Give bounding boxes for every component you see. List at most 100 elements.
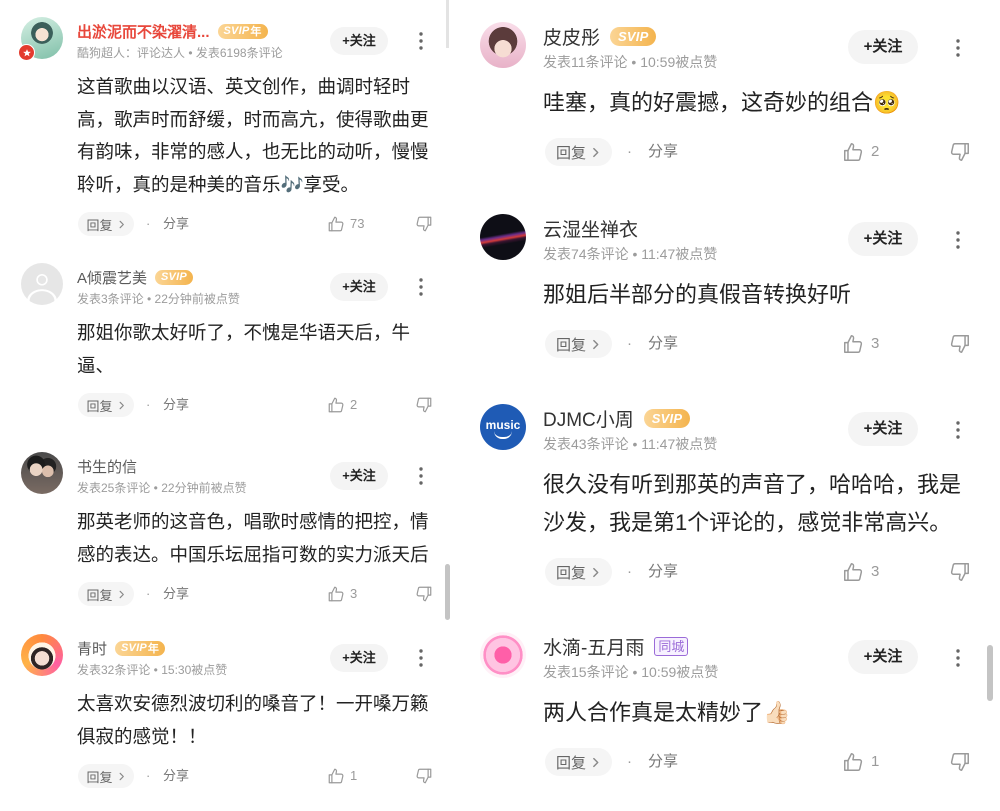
user-name[interactable]: 书生的信 (77, 456, 137, 477)
reply-button[interactable]: 回复 (545, 748, 612, 776)
thumbs-down-icon[interactable] (415, 585, 433, 603)
more-options-icon[interactable] (953, 418, 963, 442)
thumbs-up-icon[interactable] (327, 396, 345, 414)
reply-button[interactable]: 回复 (78, 212, 134, 236)
user-name[interactable]: 水滴-五月雨 (543, 633, 644, 660)
scrollbar-thumb[interactable] (445, 564, 450, 620)
thumbs-up-icon[interactable] (327, 215, 345, 233)
reply-button[interactable]: 回复 (78, 393, 134, 417)
more-options-icon[interactable] (953, 646, 963, 670)
user-avatar[interactable] (480, 632, 526, 678)
comment-actions: 回复 · 分享 3 (78, 582, 438, 606)
follow-button[interactable]: +关注 (848, 412, 918, 446)
thumbs-up-icon[interactable] (842, 141, 864, 163)
follow-button[interactable]: +关注 (848, 30, 918, 64)
separator-dot: · (627, 753, 632, 770)
svip-badge-label: SVIP (161, 271, 187, 283)
more-options-icon[interactable] (953, 36, 963, 60)
thumbs-up-icon[interactable] (842, 561, 864, 583)
user-meta: 发表11条评论 • 10:59被点赞 (543, 54, 718, 70)
reply-label: 回复 (555, 144, 586, 162)
local-tag-badge: 同城 (654, 636, 689, 656)
svip-badge: SVIP 年 (115, 640, 166, 656)
user-avatar[interactable] (480, 22, 526, 68)
share-button[interactable]: 分享 (163, 393, 189, 417)
follow-button[interactable]: +关注 (330, 273, 388, 301)
user-name[interactable]: 青时 (77, 638, 107, 659)
user-name[interactable]: 云湿坐禅衣 (543, 215, 638, 242)
follow-button[interactable]: +关注 (330, 27, 388, 55)
share-button[interactable]: 分享 (163, 212, 189, 236)
reply-label: 回复 (86, 217, 113, 233)
more-options-icon[interactable] (416, 647, 426, 669)
follow-button[interactable]: +关注 (330, 644, 388, 672)
reply-button[interactable]: 回复 (78, 582, 134, 606)
like-count: 3 (871, 335, 880, 352)
reply-label: 回复 (555, 754, 586, 772)
right-comment-list: 皮皮彤 SVIP 发表11条评论 • 10:59被点赞 +关注 哇塞，真的好震撼… (465, 0, 1000, 811)
follow-button[interactable]: +关注 (848, 640, 918, 674)
user-avatar[interactable] (21, 634, 63, 676)
user-avatar[interactable] (21, 263, 63, 305)
user-name-row: 书生的信 (77, 456, 137, 476)
follow-button[interactable]: +关注 (330, 462, 388, 490)
user-name-row: 云湿坐禅衣 (543, 215, 638, 242)
thumbs-down-icon[interactable] (949, 141, 971, 163)
thumbs-down-icon[interactable] (415, 215, 433, 233)
user-avatar[interactable]: music (480, 404, 526, 450)
like-count: 2 (350, 397, 358, 412)
comment-actions: 回复 · 分享 73 (78, 212, 438, 236)
reply-button[interactable]: 回复 (545, 330, 612, 358)
thumbs-up-icon[interactable] (327, 585, 345, 603)
comment-item: A倾震艺美 SVIP 发表3条评论 • 22分钟前被点赞 +关注 那姐你歌太好听… (0, 263, 450, 417)
svip-badge: SVIP (155, 269, 193, 285)
reply-label: 回复 (86, 398, 113, 414)
reply-button[interactable]: 回复 (545, 138, 612, 166)
share-button[interactable]: 分享 (163, 582, 189, 606)
more-options-icon[interactable] (416, 30, 426, 52)
right-comment-panel: 皮皮彤 SVIP 发表11条评论 • 10:59被点赞 +关注 哇塞，真的好震撼… (465, 0, 1000, 811)
follow-button[interactable]: +关注 (848, 222, 918, 256)
thumbs-up-icon[interactable] (327, 767, 345, 785)
left-comment-panel: 出淤泥而不染濯清... SVIP 年 酷狗超人：评论达人 • 发表6198条评论 … (0, 0, 450, 811)
svip-badge: SVIP (610, 26, 657, 46)
thumbs-up-icon[interactable] (842, 333, 864, 355)
reply-button[interactable]: 回复 (78, 764, 134, 788)
more-options-icon[interactable] (416, 465, 426, 487)
user-name[interactable]: DJMC小周 (543, 405, 634, 432)
comment-item: 云湿坐禅衣 发表74条评论 • 11:47被点赞 +关注 那姐后半部分的真假音转… (465, 214, 1000, 358)
reply-button[interactable]: 回复 (545, 558, 612, 586)
comment-item: 皮皮彤 SVIP 发表11条评论 • 10:59被点赞 +关注 哇塞，真的好震撼… (465, 22, 1000, 166)
svip-badge-label: SVIP (618, 28, 649, 44)
share-button[interactable]: 分享 (163, 764, 189, 788)
scrollbar-thumb[interactable] (987, 645, 993, 701)
thumbs-up-icon[interactable] (842, 751, 864, 773)
user-avatar[interactable] (480, 214, 526, 260)
separator-dot: · (146, 768, 151, 783)
share-button[interactable]: 分享 (648, 558, 678, 586)
chevron-right-icon (590, 567, 601, 578)
thumbs-down-icon[interactable] (949, 561, 971, 583)
comment-actions: 回复 · 分享 1 (545, 748, 985, 776)
share-button[interactable]: 分享 (648, 138, 678, 166)
share-button[interactable]: 分享 (648, 748, 678, 776)
user-name[interactable]: 皮皮彤 (543, 23, 600, 50)
share-button[interactable]: 分享 (648, 330, 678, 358)
user-name-row: 青时 SVIP 年 (77, 638, 166, 659)
user-avatar[interactable] (21, 452, 63, 494)
comment-item: 书生的信 发表25条评论 • 22分钟前被点赞 +关注 那英老师的这音色，唱歌时… (0, 452, 450, 606)
separator-dot: · (146, 586, 151, 601)
user-meta: 酷狗超人：评论达人 • 发表6198条评论 (77, 46, 283, 60)
thumbs-down-icon[interactable] (415, 396, 433, 414)
more-options-icon[interactable] (416, 276, 426, 298)
scrollbar-track[interactable] (446, 0, 449, 48)
user-name[interactable]: 出淤泥而不染濯清... (77, 21, 210, 42)
thumbs-down-icon[interactable] (949, 751, 971, 773)
user-meta: 发表15条评论 • 10:59被点赞 (543, 664, 719, 680)
like-count: 3 (871, 563, 880, 580)
user-avatar[interactable] (18, 17, 63, 61)
thumbs-down-icon[interactable] (415, 767, 433, 785)
user-name[interactable]: A倾震艺美 (77, 267, 147, 288)
thumbs-down-icon[interactable] (949, 333, 971, 355)
more-options-icon[interactable] (953, 228, 963, 252)
